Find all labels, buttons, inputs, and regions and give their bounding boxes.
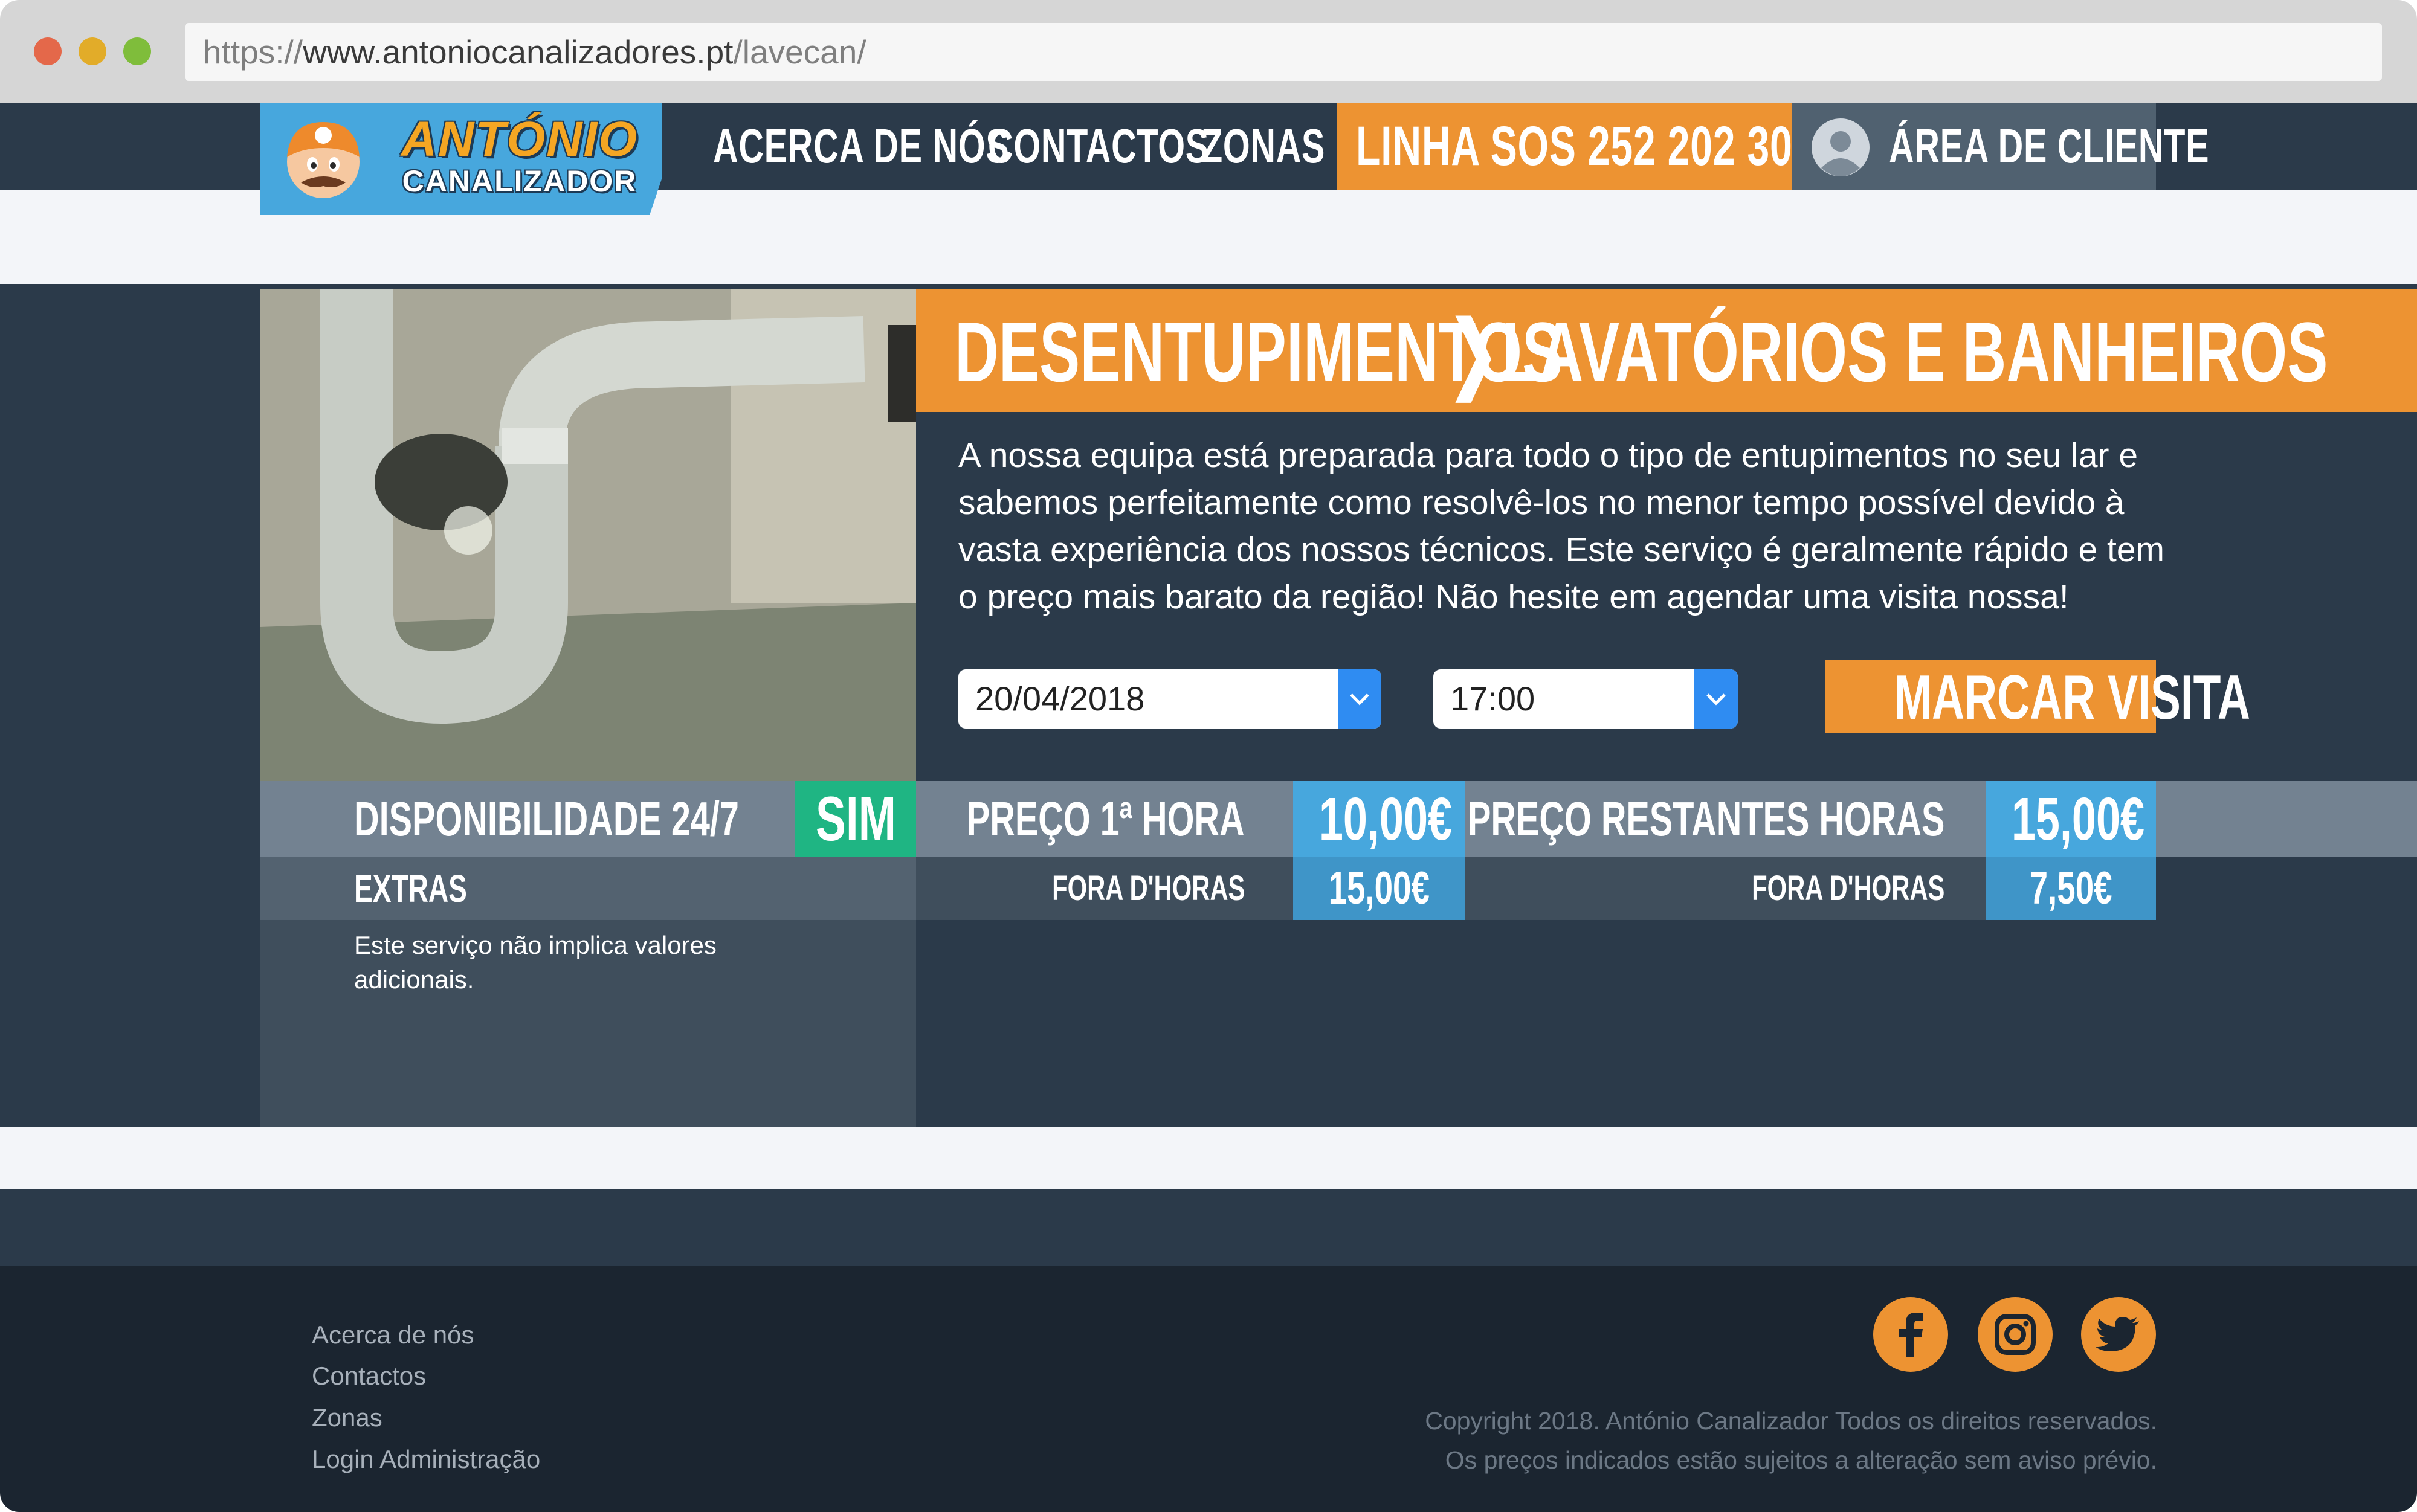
date-select-value: 20/04/2018 <box>975 680 1145 718</box>
site-logo[interactable]: ANTÓNIO CANALIZADOR <box>260 103 662 215</box>
twitter-button[interactable] <box>2081 1297 2156 1372</box>
rest-hours-price: 15,00€ <box>2011 785 2145 853</box>
service-description: A nossa equipa está preparada para todo … <box>958 436 2165 616</box>
footer-link-zonas[interactable]: Zonas <box>312 1403 382 1432</box>
sink-pipe-image <box>260 289 916 782</box>
availability-label: DISPONIBILIDADE 24/7 <box>354 792 739 846</box>
copyright-text: Copyright 2018. António Canalizador Todo… <box>1425 1407 2157 1435</box>
url-host: www.antoniocanalizadores.pt <box>303 33 734 71</box>
date-dropdown-arrow[interactable] <box>1338 669 1381 729</box>
minimize-window-dot[interactable] <box>79 37 106 65</box>
extras-label: EXTRAS <box>354 867 467 910</box>
service-photo <box>260 289 916 782</box>
maximize-window-dot[interactable] <box>123 37 151 65</box>
service-title: LAVATÓRIOS E BANHEIROS <box>1502 304 2328 399</box>
plumber-mascot-icon <box>287 122 360 198</box>
date-select[interactable]: 20/04/2018 <box>958 669 1381 729</box>
footer-link-acerca[interactable]: Acerca de nós <box>312 1321 474 1350</box>
address-bar[interactable]: https://www.antoniocanalizadores.pt/lave… <box>185 23 2382 81</box>
time-select[interactable]: 17:00 <box>1433 669 1738 729</box>
browser-window: https://www.antoniocanalizadores.pt/lave… <box>0 0 2417 1512</box>
extras-text: Este serviço não implica valores adicion… <box>354 931 717 994</box>
url-path: /lavecan/ <box>733 33 866 71</box>
facebook-button[interactable] <box>1873 1297 1948 1372</box>
footer-link-login[interactable]: Login Administração <box>312 1445 540 1474</box>
footer-top-band <box>0 1189 2417 1266</box>
url-scheme: https:// <box>203 33 303 71</box>
schedule-visit-label: MARCAR VISITA <box>1894 663 2250 733</box>
sos-hotline-button[interactable]: LINHA SOS 252 202 303 <box>1337 103 1815 190</box>
client-area-button[interactable]: ÁREA DE CLIENTE <box>1792 103 2209 190</box>
chevron-down-icon <box>1706 693 1726 706</box>
schedule-visit-button[interactable]: MARCAR VISITA <box>1825 660 2250 733</box>
logo-subtitle: CANALIZADOR <box>402 164 637 198</box>
service-title-bar: DESENTUPIMENTOS ❯ LAVATÓRIOS E BANHEIROS <box>916 289 2417 412</box>
first-hour-offhours-price: 15,00€ <box>1328 863 1430 914</box>
price-disclaimer-text: Os preços indicados estão sujeitos a alt… <box>1445 1446 2157 1474</box>
chevron-down-icon <box>1350 693 1369 706</box>
time-select-value: 17:00 <box>1450 680 1535 718</box>
row-filler <box>2156 781 2417 857</box>
user-avatar-icon <box>1812 118 1870 176</box>
instagram-icon <box>1995 1314 2036 1355</box>
first-hour-offhours-label: FORA D'HORAS <box>1051 869 1245 908</box>
instagram-button[interactable] <box>1978 1297 2053 1372</box>
first-hour-label: PREÇO 1ª HORA <box>967 792 1245 846</box>
rest-hours-offhours-price: 7,50€ <box>2029 863 2112 914</box>
twitter-icon <box>2096 1317 2139 1351</box>
breadcrumb-separator-icon: ❯ <box>1448 304 1499 399</box>
logo-name: ANTÓNIO <box>401 112 639 167</box>
client-area-label: ÁREA DE CLIENTE <box>1889 119 2210 173</box>
facebook-icon <box>1899 1313 1923 1357</box>
close-window-dot[interactable] <box>34 37 62 65</box>
rest-hours-label: PREÇO RESTANTES HORAS <box>1467 792 1944 846</box>
footer-link-contactos[interactable]: Contactos <box>312 1362 426 1391</box>
rest-hours-offhours-label: FORA D'HORAS <box>1751 869 1944 908</box>
footer-spacer-band <box>0 1127 2417 1189</box>
time-dropdown-arrow[interactable] <box>1694 669 1738 729</box>
